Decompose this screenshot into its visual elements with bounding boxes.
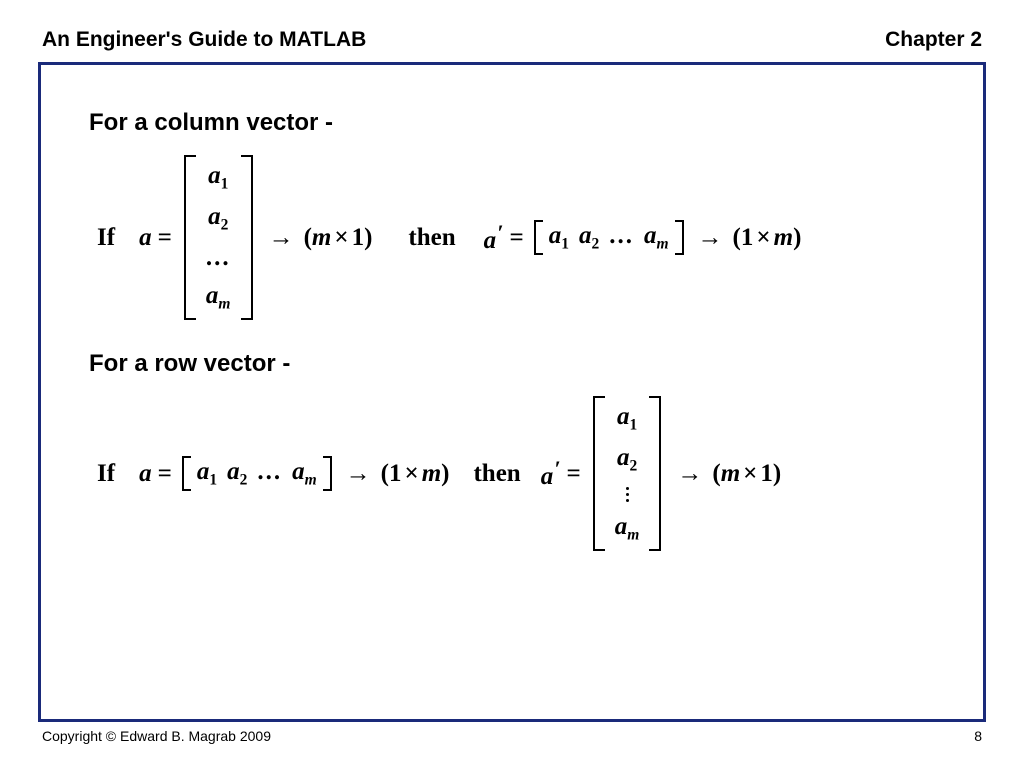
cell-a2: a2 <box>579 222 599 253</box>
dim-m-by-1: (m×1) <box>304 224 373 252</box>
var-a: a <box>139 224 152 252</box>
copyright-text: Copyright © Edward B. Magrab 2009 <box>42 728 271 744</box>
column-vector-bracket: a1 a2 ... am <box>184 155 253 320</box>
var-a-prime: a′ <box>541 456 561 491</box>
book-title: An Engineer's Guide to MATLAB <box>42 28 366 52</box>
equals-sign: = <box>158 224 172 252</box>
cell-a1: a1 <box>617 402 637 435</box>
page-header: An Engineer's Guide to MATLAB Chapter 2 <box>42 28 982 52</box>
cell-dots: ... <box>257 458 282 486</box>
section-heading-column: For a column vector - <box>89 109 935 137</box>
cell-dots: ... <box>206 243 231 273</box>
arrow-icon: → <box>698 224 723 252</box>
dim-m-by-1: (m×1) <box>712 460 781 488</box>
arrow-icon: → <box>346 460 371 488</box>
row-vector-bracket: a1 a2 ... am <box>534 220 684 255</box>
column-vector-bracket: a1 a2 am <box>593 396 662 551</box>
slide: An Engineer's Guide to MATLAB Chapter 2 … <box>0 0 1024 768</box>
vdots-icon <box>626 484 629 504</box>
dim-1-by-m: (1×m) <box>733 224 802 252</box>
equals-sign: = <box>567 460 581 488</box>
cell-am: am <box>615 512 640 545</box>
equation-row-vector: If a = a1 a2 ... am → (1×m) then a′ = <box>97 396 935 551</box>
chapter-label: Chapter 2 <box>885 28 982 52</box>
cell-am: am <box>292 458 317 489</box>
equals-sign: = <box>158 460 172 488</box>
var-a-prime: a′ <box>484 220 504 255</box>
then-label: then <box>473 460 520 488</box>
equals-sign: = <box>509 224 523 252</box>
cell-dots: ... <box>609 222 634 250</box>
page-number: 8 <box>974 728 982 744</box>
if-label: If <box>97 460 115 488</box>
var-a: a <box>139 460 152 488</box>
cell-am: am <box>206 281 231 314</box>
cell-a2: a2 <box>227 458 247 489</box>
section-heading-row: For a row vector - <box>89 350 935 378</box>
page-footer: Copyright © Edward B. Magrab 2009 8 <box>42 728 982 744</box>
content-frame: For a column vector - If a = a1 a2 ... a… <box>38 62 986 722</box>
cell-a2: a2 <box>617 443 637 476</box>
arrow-icon: → <box>677 460 702 488</box>
equation-column-vector: If a = a1 a2 ... am → (m×1) then a′ = <box>97 155 935 320</box>
cell-a1: a1 <box>208 161 228 194</box>
cell-am: am <box>644 222 669 253</box>
then-label: then <box>408 224 455 252</box>
row-vector-bracket: a1 a2 ... am <box>182 456 332 491</box>
dim-1-by-m: (1×m) <box>381 460 450 488</box>
arrow-icon: → <box>269 224 294 252</box>
if-label: If <box>97 224 115 252</box>
cell-a1: a1 <box>197 458 217 489</box>
cell-a1: a1 <box>549 222 569 253</box>
cell-a2: a2 <box>208 202 228 235</box>
